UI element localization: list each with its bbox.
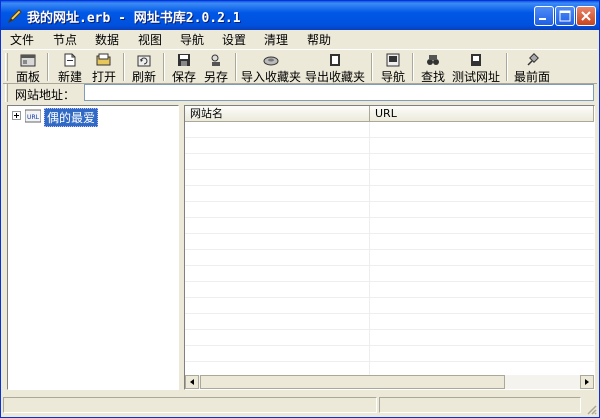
url-icon-text: URL (27, 114, 40, 121)
toolbar-separator (371, 53, 373, 81)
binoculars-icon (427, 55, 439, 65)
table-row (185, 170, 594, 186)
table-row (185, 266, 594, 282)
column-url[interactable]: URL (370, 106, 594, 122)
resize-grip-icon[interactable] (585, 403, 597, 415)
arrow-left-icon (190, 379, 194, 385)
close-button[interactable] (576, 6, 596, 26)
tree-root-label[interactable]: 偶的最爱 (44, 108, 99, 127)
pin-icon (527, 53, 539, 66)
import-disc-icon (263, 56, 279, 66)
table-row (185, 298, 594, 314)
url-folder-icon: URL (25, 109, 41, 123)
table-row (185, 346, 594, 362)
table-row (185, 154, 594, 170)
open-folder-icon (96, 53, 111, 66)
table-row (185, 234, 594, 250)
window-title: 我的网址.erb - 网址书库2.0.2.1 (27, 11, 241, 26)
navigate-icon (386, 53, 400, 67)
horizontal-scrollbar[interactable] (185, 375, 594, 389)
menu-node[interactable]: 节点 (53, 31, 77, 48)
toolbar-separator (47, 53, 49, 81)
toolbar-separator (235, 53, 237, 81)
title-bar[interactable]: 我的网址.erb - 网址书库2.0.2.1 (1, 1, 599, 30)
table-row (185, 330, 594, 346)
topmost-button[interactable]: 最前面 (512, 52, 552, 84)
address-input[interactable] (84, 84, 594, 101)
open-button[interactable]: 打开 (89, 52, 119, 84)
address-bar: 网站地址： (3, 83, 597, 103)
table-row (185, 138, 594, 154)
table-row (185, 282, 594, 298)
panel-icon (20, 54, 36, 67)
menu-navigate[interactable]: 导航 (180, 31, 204, 48)
close-icon (581, 11, 591, 21)
panel-button[interactable]: 面板 (13, 52, 43, 84)
toolbar-separator (163, 53, 165, 81)
new-button[interactable]: 新建 (55, 52, 85, 84)
refresh-icon (137, 55, 151, 67)
column-site-name[interactable]: 网站名 (185, 106, 370, 122)
table-row (185, 122, 594, 138)
menu-help[interactable]: 帮助 (307, 31, 331, 48)
toolbar-grip[interactable] (5, 53, 8, 81)
save-as-button[interactable]: 另存 (201, 52, 231, 84)
scroll-thumb[interactable] (200, 375, 505, 389)
status-panel-main (3, 397, 377, 413)
table-row (185, 202, 594, 218)
find-button[interactable]: 查找 (418, 52, 448, 84)
floppy-disk-icon (178, 54, 190, 66)
export-book-icon (330, 54, 340, 66)
pen-icon (7, 9, 22, 24)
toolbar-separator (506, 53, 508, 81)
menu-settings[interactable]: 设置 (222, 31, 246, 48)
menu-view[interactable]: 视图 (138, 31, 162, 48)
minimize-icon (539, 18, 546, 20)
import-favorites-button[interactable]: 导入收藏夹 (241, 52, 301, 84)
toolbar-separator (412, 53, 414, 81)
folder-tree[interactable]: URL 偶的最爱 (7, 105, 179, 390)
maximize-button[interactable] (555, 6, 575, 26)
column-gridline (369, 122, 370, 375)
scroll-right-button[interactable] (580, 375, 594, 389)
table-row (185, 314, 594, 330)
maximize-icon (559, 10, 571, 22)
url-list[interactable]: 网站名 URL (184, 105, 595, 390)
toolbar: 面板 新建 打开 刷新 保存 另存 导入收藏夹 导出收藏夹 导航 查找 测试网址… (3, 49, 597, 84)
table-row (185, 218, 594, 234)
list-header: 网站名 URL (185, 106, 594, 122)
save-button[interactable]: 保存 (169, 52, 199, 84)
refresh-button[interactable]: 刷新 (129, 52, 159, 84)
menu-data[interactable]: 数据 (95, 31, 119, 48)
arrow-right-icon (585, 379, 589, 385)
menu-cleanup[interactable]: 清理 (264, 31, 288, 48)
status-panel-secondary (379, 397, 581, 413)
expand-icon[interactable] (12, 111, 21, 120)
export-favorites-button[interactable]: 导出收藏夹 (305, 52, 365, 84)
navigate-button[interactable]: 导航 (378, 52, 408, 84)
address-label: 网站地址： (15, 88, 76, 102)
test-url-icon (471, 54, 481, 66)
toolbar-separator (123, 53, 125, 81)
table-row (185, 186, 594, 202)
main-window: 我的网址.erb - 网址书库2.0.2.1 文件 节点 数据 视图 导航 设置… (0, 0, 600, 418)
table-row (185, 250, 594, 266)
menu-bar: 文件 节点 数据 视图 导航 设置 清理 帮助 (1, 30, 599, 48)
status-bar (3, 395, 597, 415)
menu-file[interactable]: 文件 (10, 31, 34, 48)
address-bar-grip[interactable] (5, 84, 8, 102)
scroll-left-button[interactable] (185, 375, 199, 389)
save-as-icon (211, 54, 220, 66)
minimize-button[interactable] (534, 6, 554, 26)
new-file-icon (64, 53, 76, 67)
test-url-button[interactable]: 测试网址 (451, 52, 501, 84)
